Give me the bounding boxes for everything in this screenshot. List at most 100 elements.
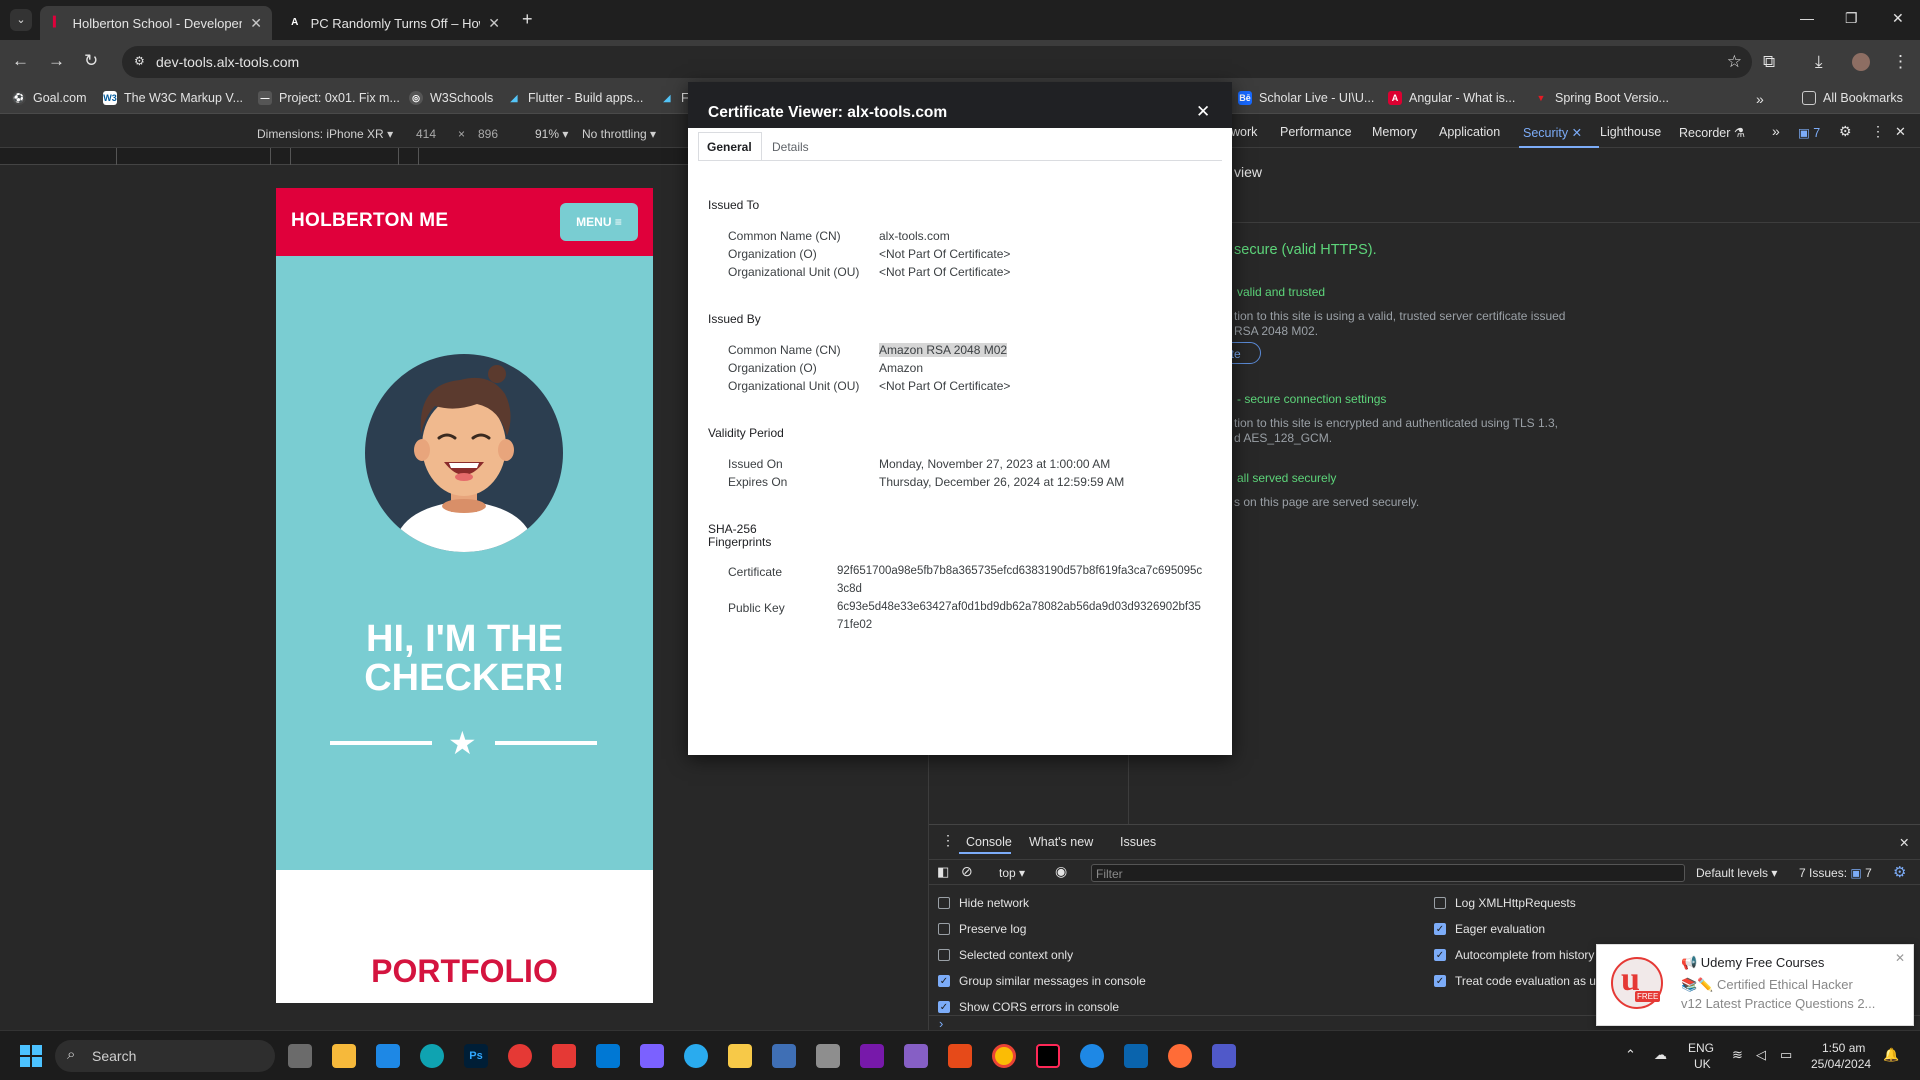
reload-icon[interactable]: ↻: [84, 51, 98, 71]
minimize-icon[interactable]: —: [1800, 10, 1814, 26]
store-icon[interactable]: [332, 1044, 356, 1068]
restore-icon[interactable]: ❐: [1845, 10, 1858, 27]
tab-security[interactable]: Security ✕: [1523, 125, 1582, 140]
clear-console-icon[interactable]: ⊘: [961, 863, 973, 880]
drawer-menu-icon[interactable]: ⋮: [941, 832, 955, 849]
forward-icon[interactable]: →: [48, 51, 65, 71]
more-tabs-icon[interactable]: »: [1772, 123, 1780, 139]
tab-lighthouse[interactable]: Lighthouse: [1600, 125, 1661, 139]
onenote-icon[interactable]: [860, 1044, 884, 1068]
virtualbox-icon[interactable]: [816, 1044, 840, 1068]
bookmark-project[interactable]: — Project: 0x01. Fix m...: [258, 91, 400, 105]
chrome-icon[interactable]: [992, 1044, 1016, 1068]
context-select[interactable]: top ▾: [999, 866, 1025, 880]
tab-network[interactable]: work: [1231, 125, 1257, 139]
treat-code-eval-checkbox[interactable]: ✓ Treat code evaluation as us: [1434, 974, 1602, 988]
bookmark-angular[interactable]: A Angular - What is...: [1388, 91, 1515, 105]
bookmark-w3c[interactable]: W3 The W3C Markup V...: [103, 91, 243, 105]
log-xhr-checkbox[interactable]: Log XMLHttpRequests: [1434, 896, 1576, 910]
close-devtools-icon[interactable]: ✕: [1895, 124, 1906, 140]
task-view-icon[interactable]: [288, 1044, 312, 1068]
bookmark-star-icon[interactable]: ☆: [1727, 52, 1742, 72]
settings-gear-icon[interactable]: ⚙: [1839, 123, 1852, 140]
visual-studio-icon[interactable]: [904, 1044, 928, 1068]
file-explorer-icon[interactable]: [728, 1044, 752, 1068]
tab-pc-randomly[interactable]: A PC Randomly Turns Off – How ✕: [278, 6, 510, 40]
console-filter-input[interactable]: Filter: [1091, 864, 1685, 882]
edge-icon[interactable]: [420, 1044, 444, 1068]
wifi-icon[interactable]: ≋: [1732, 1047, 1743, 1063]
intellij-icon[interactable]: [1036, 1044, 1060, 1068]
app-a-icon[interactable]: [1080, 1044, 1104, 1068]
back-icon[interactable]: ←: [12, 51, 29, 71]
sidebar-toggle-icon[interactable]: ◧: [937, 864, 949, 880]
drawer-tab-whats-new[interactable]: What's new: [1029, 835, 1093, 849]
bookmark-f[interactable]: ◢ F: [660, 91, 689, 105]
outlook-icon[interactable]: [1124, 1044, 1148, 1068]
close-drawer-icon[interactable]: ✕: [1899, 835, 1909, 850]
new-tab-button[interactable]: +: [522, 9, 533, 30]
download-icon[interactable]: ⤓: [1815, 52, 1823, 72]
log-levels-select[interactable]: Default levels ▾: [1696, 866, 1777, 880]
vscode-icon[interactable]: [596, 1044, 620, 1068]
bookmark-goal[interactable]: ⚽ Goal.com: [12, 91, 87, 105]
postman-icon[interactable]: [1168, 1044, 1192, 1068]
address-bar[interactable]: ⚙ dev-tools.alx-tools.com ☆: [122, 46, 1752, 78]
zoom-select[interactable]: 91% ▾: [535, 127, 568, 141]
tab-application[interactable]: Application: [1439, 125, 1500, 139]
app-blue-icon[interactable]: [772, 1044, 796, 1068]
tab-details[interactable]: Details: [772, 140, 809, 154]
close-tab-icon[interactable]: ✕: [488, 15, 500, 32]
width-input[interactable]: 414: [416, 127, 436, 141]
hide-network-checkbox[interactable]: Hide network: [938, 896, 1029, 910]
menu-button[interactable]: MENU ≡: [560, 203, 638, 241]
group-similar-checkbox[interactable]: ✓ Group similar messages in console: [938, 974, 1146, 988]
photoshop-icon[interactable]: Ps: [464, 1044, 488, 1068]
throttling-select[interactable]: No throttling ▾: [582, 127, 656, 141]
drawer-tab-console[interactable]: Console: [966, 835, 1012, 849]
app-m-icon[interactable]: [508, 1044, 532, 1068]
tab-performance[interactable]: Performance: [1280, 125, 1352, 139]
all-bookmarks[interactable]: All Bookmarks: [1802, 91, 1903, 105]
devtools-menu-icon[interactable]: ⋮: [1871, 123, 1885, 140]
close-window-icon[interactable]: ✕: [1892, 10, 1904, 27]
taskbar-search[interactable]: ⌕ Search: [55, 1040, 275, 1072]
bookmark-scholar[interactable]: Bē Scholar Live - UI\U...: [1238, 91, 1374, 105]
filezilla-icon[interactable]: [552, 1044, 576, 1068]
console-settings-gear-icon[interactable]: ⚙: [1893, 863, 1906, 881]
teams-icon[interactable]: [1212, 1044, 1236, 1068]
show-cors-checkbox[interactable]: ✓ Show CORS errors in console: [938, 1000, 1119, 1014]
live-expression-eye-icon[interactable]: ◉: [1055, 863, 1067, 880]
close-toast-icon[interactable]: ✕: [1895, 951, 1905, 965]
app-purple-icon[interactable]: [640, 1044, 664, 1068]
bookmark-spring[interactable]: ▼ Spring Boot Versio...: [1534, 91, 1669, 105]
volume-icon[interactable]: ◁: [1756, 1047, 1766, 1063]
tab-search-button[interactable]: ⌄: [10, 9, 32, 31]
bookmarks-overflow-icon[interactable]: »: [1756, 91, 1764, 107]
tab-general-label[interactable]: General: [707, 140, 752, 154]
extensions-icon[interactable]: ⧉: [1763, 52, 1775, 72]
notification-bell-icon[interactable]: 🔔: [1883, 1047, 1899, 1063]
telegram-icon[interactable]: [684, 1044, 708, 1068]
site-info-icon[interactable]: ⚙: [134, 54, 145, 68]
issues-counter[interactable]: 7 Issues: ▣ 7: [1799, 866, 1872, 880]
selected-context-checkbox[interactable]: Selected context only: [938, 948, 1073, 962]
issues-badge[interactable]: ▣ 7: [1798, 125, 1820, 140]
notification-toast[interactable]: u FREE 📢 Udemy Free Courses 📚✏️ Certifie…: [1596, 944, 1914, 1026]
height-input[interactable]: 896: [478, 127, 498, 141]
battery-icon[interactable]: ▭: [1780, 1047, 1792, 1063]
bookmark-w3schools[interactable]: ◎ W3Schools: [409, 91, 493, 105]
bookmark-flutter[interactable]: ◢ Flutter - Build apps...: [507, 91, 644, 105]
clock-time[interactable]: 1:50 am: [1822, 1041, 1865, 1055]
language-indicator[interactable]: ENG: [1688, 1041, 1714, 1055]
eager-eval-checkbox[interactable]: ✓ Eager evaluation: [1434, 922, 1545, 936]
clock-date[interactable]: 25/04/2024: [1811, 1057, 1871, 1071]
close-tab-icon[interactable]: ✕: [250, 15, 262, 32]
wps-icon[interactable]: [948, 1044, 972, 1068]
profile-avatar[interactable]: [1852, 53, 1870, 71]
preserve-log-checkbox[interactable]: Preserve log: [938, 922, 1026, 936]
tray-overflow-icon[interactable]: ⌃: [1625, 1047, 1636, 1063]
drawer-tab-issues[interactable]: Issues: [1120, 835, 1156, 849]
menu-kebab-icon[interactable]: ⋮: [1892, 52, 1909, 72]
cloud-icon[interactable]: ☁: [1654, 1047, 1667, 1063]
